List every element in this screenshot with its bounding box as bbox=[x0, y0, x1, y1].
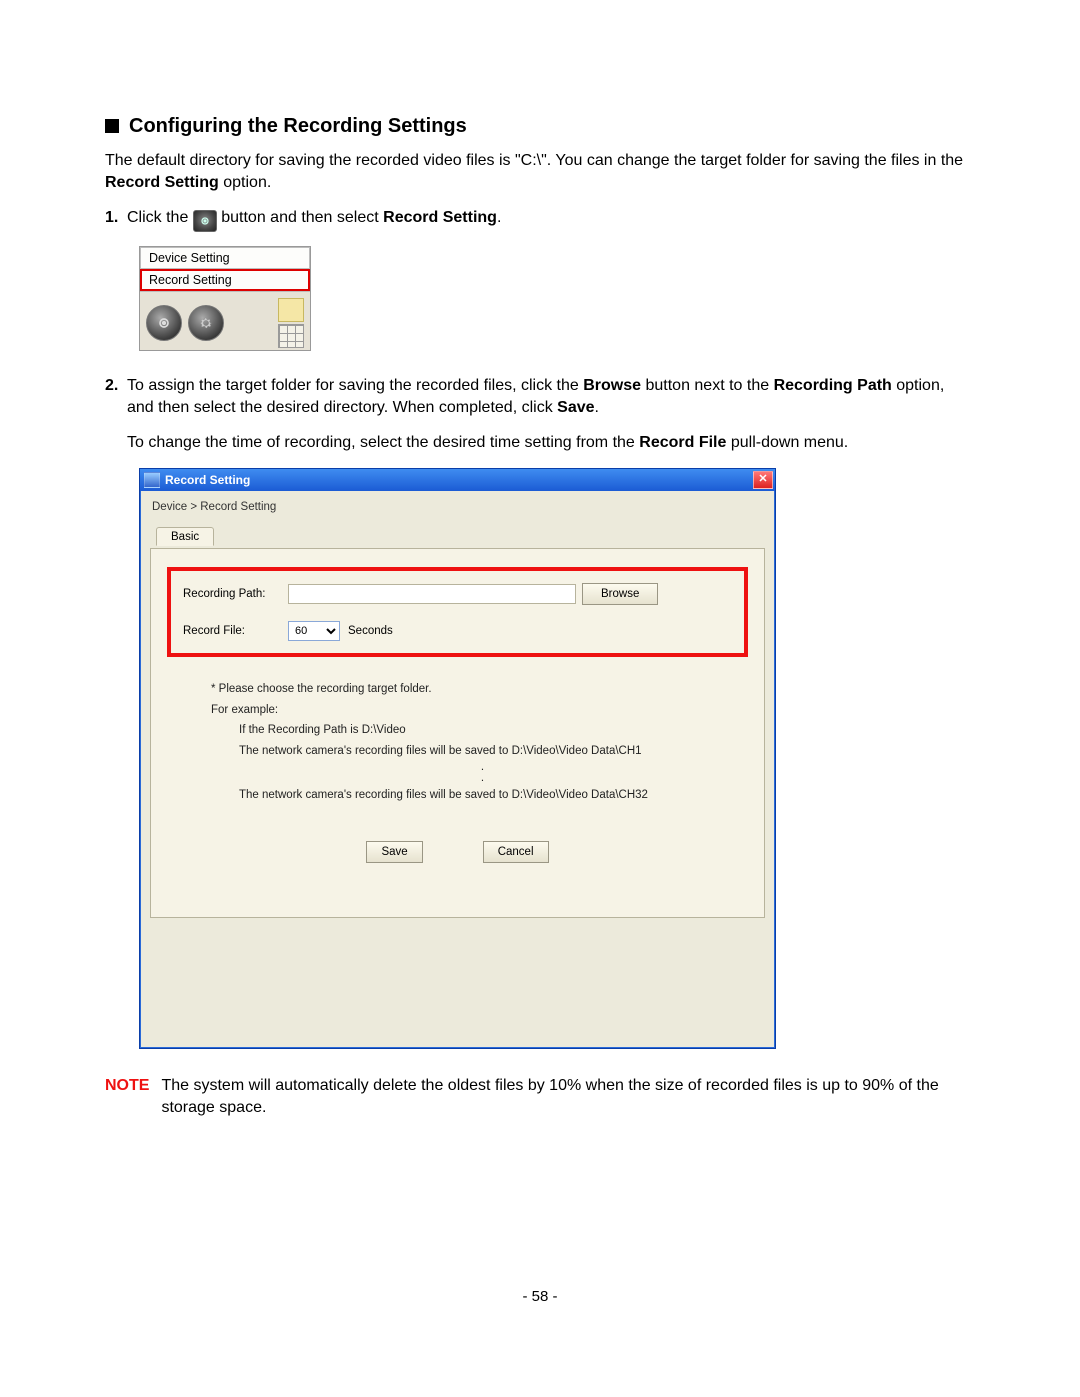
browse-button[interactable]: Browse bbox=[582, 583, 658, 605]
step-1-body: Click the button and then select Record … bbox=[127, 207, 975, 232]
step2-b: button next to the bbox=[641, 377, 774, 394]
window-title: Record Setting bbox=[165, 473, 250, 487]
page-number: - 58 - bbox=[105, 1288, 975, 1305]
menu-screenshot: Device Setting Record Setting bbox=[139, 246, 311, 351]
recording-path-input[interactable] bbox=[288, 584, 576, 604]
recording-path-label: Recording Path: bbox=[183, 588, 288, 600]
help-l3: If the Recording Path is D:\Video bbox=[211, 720, 754, 741]
help-l4: The network camera's recording files wil… bbox=[211, 741, 754, 762]
highlighted-fields: Recording Path: Browse Record File: 60 S… bbox=[167, 567, 748, 657]
step-1-number: 1. bbox=[105, 207, 127, 232]
help-text: * Please choose the recording target fol… bbox=[161, 675, 754, 805]
note-label: NOTE bbox=[105, 1075, 149, 1118]
step2-browse: Browse bbox=[583, 377, 641, 394]
intro-paragraph: The default directory for saving the rec… bbox=[105, 150, 975, 193]
step2-rp: Recording Path bbox=[774, 377, 892, 394]
step2-a: To assign the target folder for saving t… bbox=[127, 377, 583, 394]
step2-line2a: To change the time of recording, select … bbox=[127, 434, 639, 451]
step-2-number: 2. bbox=[105, 375, 127, 454]
toolbar bbox=[140, 292, 310, 350]
step1-d: . bbox=[497, 209, 501, 226]
intro-bold: Record Setting bbox=[105, 174, 219, 191]
tab-panel: Recording Path: Browse Record File: 60 S… bbox=[150, 548, 765, 918]
help-l1: * Please choose the recording target fol… bbox=[211, 679, 754, 700]
window-icon bbox=[144, 472, 160, 488]
seconds-unit: Seconds bbox=[348, 625, 393, 637]
step1-c: Record Setting bbox=[383, 209, 497, 226]
breadcrumb: Device > Record Setting bbox=[150, 497, 765, 527]
layout-single-icon[interactable] bbox=[278, 298, 304, 322]
section-heading: Configuring the Recording Settings bbox=[105, 115, 975, 138]
gear-icon[interactable] bbox=[188, 305, 224, 341]
help-dots: .. bbox=[211, 762, 754, 785]
section-heading-text: Configuring the Recording Settings bbox=[129, 115, 467, 137]
menu-item-device-setting[interactable]: Device Setting bbox=[140, 247, 310, 269]
intro-text-a: The default directory for saving the rec… bbox=[105, 152, 963, 169]
step2-line2b: pull-down menu. bbox=[726, 434, 848, 451]
help-l2: For example: bbox=[211, 700, 754, 721]
step1-b: button and then select bbox=[217, 209, 383, 226]
step2-d: . bbox=[595, 399, 599, 416]
save-button[interactable]: Save bbox=[366, 841, 422, 863]
layout-grid-icon[interactable] bbox=[278, 324, 304, 348]
step2-rf: Record File bbox=[639, 434, 726, 451]
step-2: 2. To assign the target folder for savin… bbox=[105, 375, 975, 454]
record-setting-window: Record Setting ✕ Device > Record Setting… bbox=[139, 468, 776, 1049]
step-2-body: To assign the target folder for saving t… bbox=[127, 375, 975, 454]
tab-basic[interactable]: Basic bbox=[156, 527, 214, 546]
menu-item-record-setting[interactable]: Record Setting bbox=[140, 269, 310, 291]
camera-button-icon[interactable] bbox=[146, 305, 182, 341]
titlebar: Record Setting ✕ bbox=[140, 469, 775, 491]
note-text: The system will automatically delete the… bbox=[161, 1075, 975, 1118]
step-1: 1. Click the button and then select Reco… bbox=[105, 207, 975, 232]
record-file-select[interactable]: 60 bbox=[288, 621, 340, 641]
step1-a: Click the bbox=[127, 209, 193, 226]
note: NOTE The system will automatically delet… bbox=[105, 1075, 975, 1118]
camera-icon bbox=[193, 210, 217, 232]
close-icon[interactable]: ✕ bbox=[753, 471, 773, 489]
record-file-label: Record File: bbox=[183, 625, 288, 637]
cancel-button[interactable]: Cancel bbox=[483, 841, 549, 863]
step2-save: Save bbox=[557, 399, 594, 416]
help-l5: The network camera's recording files wil… bbox=[211, 785, 754, 806]
intro-text-b: option. bbox=[219, 174, 271, 191]
bullet-icon bbox=[105, 119, 119, 133]
